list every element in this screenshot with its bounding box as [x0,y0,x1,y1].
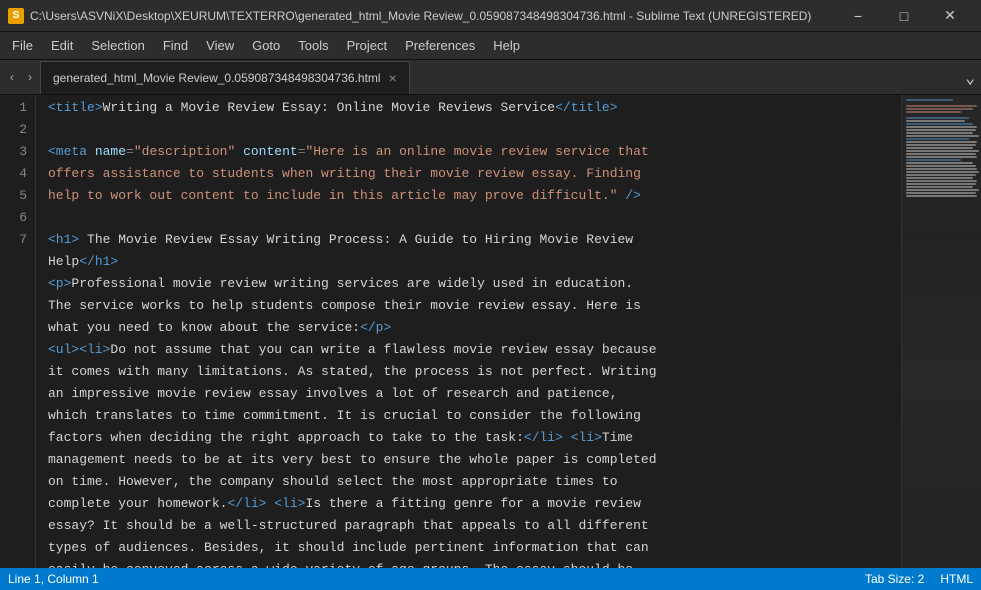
menu-selection[interactable]: Selection [83,34,152,58]
tab-size: Tab Size: 2 [865,572,924,586]
menu-goto[interactable]: Goto [244,34,288,58]
code-line-7g: on time. However, the company should sel… [48,471,901,493]
syntax-label: HTML [940,572,973,586]
line-numbers: 1 2 3 4 5 6 7 [0,95,36,568]
menu-file[interactable]: File [4,34,41,58]
title-bar-left: S C:\Users\ASVNiX\Desktop\XEURUM\TEXTERR… [8,8,811,24]
code-line-6: <p>Professional movie review writing ser… [48,273,901,295]
line-num-5: 5 [8,185,27,207]
menu-bar: File Edit Selection Find View Goto Tools… [0,32,981,60]
menu-edit[interactable]: Edit [43,34,81,58]
line-num-7: 7 [8,229,27,251]
code-line-7i: essay? It should be a well-structured pa… [48,515,901,537]
editor-container: 1 2 3 4 5 6 7 <title>Writing a Movie Rev… [0,95,981,568]
window-title: C:\Users\ASVNiX\Desktop\XEURUM\TEXTERRO\… [30,9,811,23]
code-line-1: <title>Writing a Movie Review Essay: Onl… [48,97,901,119]
code-area[interactable]: <title>Writing a Movie Review Essay: Onl… [36,95,901,568]
code-line-7b: it comes with many limitations. As state… [48,361,901,383]
code-line-2 [48,119,901,141]
title-bar: S C:\Users\ASVNiX\Desktop\XEURUM\TEXTERR… [0,0,981,32]
code-line-5b: Help</h1> [48,251,901,273]
tab-label: generated_html_Movie Review_0.0590873484… [53,71,381,85]
status-bar: Line 1, Column 1 Tab Size: 2 HTML [0,568,981,590]
tab-bar: ‹ › generated_html_Movie Review_0.059087… [0,60,981,95]
code-line-7d: which translates to time commitment. It … [48,405,901,427]
code-line-7c: an impressive movie review essay involve… [48,383,901,405]
menu-help[interactable]: Help [485,34,528,58]
line-num-1: 1 [8,97,27,119]
code-line-4 [48,207,901,229]
code-line-7a: <ul><li>Do not assume that you can write… [48,339,901,361]
close-button[interactable]: ✕ [927,0,973,32]
tab-arrow-right[interactable]: › [22,70,38,86]
tab-bar-chevron[interactable]: ⌄ [965,60,981,95]
code-line-7e: factors when deciding the right approach… [48,427,901,449]
window-controls[interactable]: − □ ✕ [835,0,973,32]
code-line-3: <meta name="description" content="Here i… [48,141,901,163]
menu-find[interactable]: Find [155,34,196,58]
cursor-position: Line 1, Column 1 [8,572,99,586]
code-line-3b: offers assistance to students when writi… [48,163,901,185]
tab-chevron-icon[interactable]: ⌄ [965,68,975,88]
menu-view[interactable]: View [198,34,242,58]
maximize-button[interactable]: □ [881,0,927,32]
minimize-button[interactable]: − [835,0,881,32]
menu-tools[interactable]: Tools [290,34,336,58]
menu-project[interactable]: Project [339,34,395,58]
minimap-overlay [902,95,981,568]
code-line-6b: The service works to help students compo… [48,295,901,317]
line-num-3: 3 [8,141,27,163]
line-num-6: 6 [8,207,27,229]
code-line-6c: what you need to know about the service:… [48,317,901,339]
code-line-7f: management needs to be at its very best … [48,449,901,471]
code-line-7j: types of audiences. Besides, it should i… [48,537,901,559]
line-num-4: 4 [8,163,27,185]
line-num-2: 2 [8,119,27,141]
tab-close-button[interactable]: × [389,70,397,86]
tab-nav-arrows[interactable]: ‹ › [0,60,42,95]
status-right: Tab Size: 2 HTML [865,572,973,586]
editor-tab[interactable]: generated_html_Movie Review_0.0590873484… [40,61,410,94]
app-icon: S [8,8,24,24]
menu-preferences[interactable]: Preferences [397,34,483,58]
minimap[interactable] [901,95,981,568]
code-line-3c: help to work out content to include in t… [48,185,901,207]
minimap-content [902,95,981,568]
code-line-5: <h1> The Movie Review Essay Writing Proc… [48,229,901,251]
status-left: Line 1, Column 1 [8,572,99,586]
tab-arrow-left[interactable]: ‹ [4,70,20,86]
code-line-7h: complete your homework.</li> <li>Is ther… [48,493,901,515]
code-line-7k: easily be conveyed across a wide variety… [48,559,901,568]
